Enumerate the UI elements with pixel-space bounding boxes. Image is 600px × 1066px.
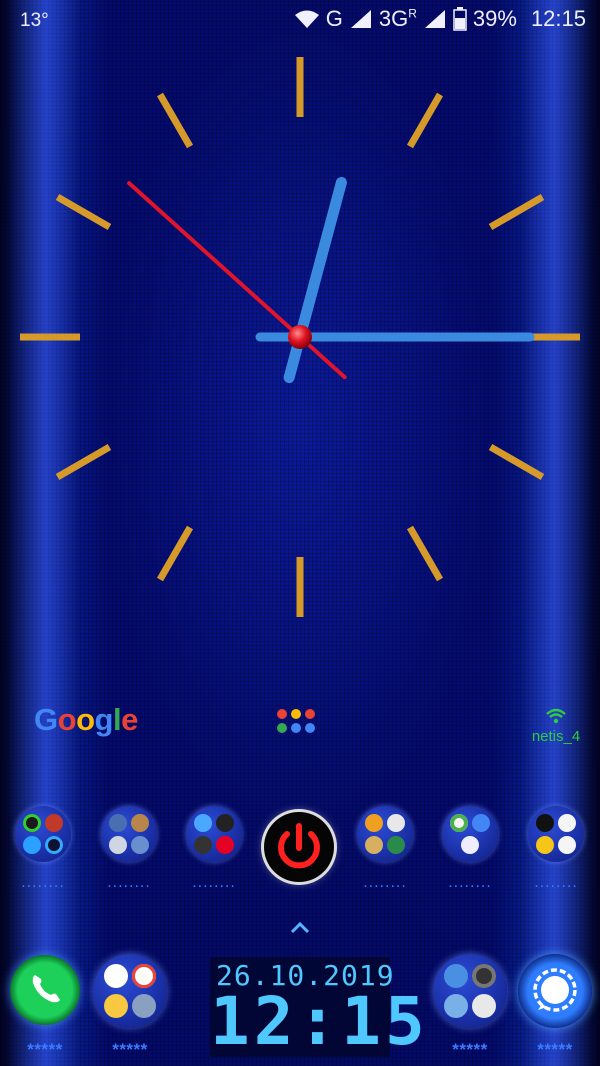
- app-icon: [45, 814, 63, 832]
- calendar-icon: [558, 814, 576, 832]
- dock-label: *****: [537, 1040, 573, 1059]
- hour-marker-1: [406, 92, 444, 149]
- dock-label: *****: [112, 1040, 148, 1059]
- eye-icon: [461, 836, 479, 854]
- messaging-app-icon[interactable]: [518, 954, 592, 1028]
- hour-marker-4: [488, 443, 545, 481]
- translate-icon: [472, 814, 490, 832]
- cloud-icon: [109, 836, 127, 854]
- folder-1[interactable]: [15, 806, 71, 862]
- phone-app-icon[interactable]: [10, 955, 80, 1025]
- app-icon: [444, 994, 468, 1018]
- hour-marker-2: [488, 193, 545, 231]
- app-icon: [131, 814, 149, 832]
- folder-label: ........: [107, 874, 151, 891]
- lens-icon: [472, 964, 496, 988]
- phone-icon: [32, 975, 60, 1003]
- clock-center-hub: [288, 325, 312, 349]
- chat-bubble-icon: [533, 968, 577, 1012]
- play-store-icon: [104, 964, 128, 988]
- dot-red-2: [305, 709, 315, 719]
- digital-time: 12:15: [210, 983, 429, 1060]
- folder-2[interactable]: [101, 806, 157, 862]
- dock-label: *****: [27, 1040, 63, 1059]
- clock-icon: [472, 994, 496, 1018]
- app-icon: [132, 994, 156, 1018]
- folder-label: ........: [534, 874, 578, 891]
- app-drawer-button[interactable]: [273, 707, 319, 737]
- app-icon: [536, 836, 554, 854]
- app-icon: [387, 836, 405, 854]
- network-type-g: G: [325, 6, 343, 31]
- app-icon: [558, 836, 576, 854]
- app-icon: [536, 814, 554, 832]
- camera-icon: [444, 964, 468, 988]
- dock-folder-google[interactable]: [93, 954, 167, 1028]
- pinterest-icon: [216, 836, 234, 854]
- battery-percentage: 39%: [472, 6, 517, 31]
- wifi-toggle-widget[interactable]: netis_4: [520, 708, 592, 745]
- dot-yellow: [291, 709, 301, 719]
- folder-6[interactable]: [528, 806, 584, 862]
- wifi-ssid-label: netis_4: [531, 728, 581, 745]
- analog-clock-widget[interactable]: [0, 40, 600, 640]
- app-icon: [387, 814, 405, 832]
- dot-blue-2: [305, 723, 315, 733]
- power-icon: [278, 823, 320, 869]
- dot-blue: [291, 723, 301, 733]
- battery-icon: [453, 7, 467, 31]
- status-bar: 13° G 3GR 39% 12:15: [0, 0, 600, 42]
- folder-label: ........: [192, 874, 236, 891]
- app-icon: [365, 814, 383, 832]
- dock-label: *****: [452, 1040, 488, 1059]
- dock-folder-camera[interactable]: [433, 954, 507, 1028]
- signal-icon-2: [424, 10, 445, 28]
- app-icon: [45, 836, 63, 854]
- app-icon: [216, 814, 234, 832]
- hour-marker-11: [156, 92, 194, 149]
- signal-icon: [350, 10, 371, 28]
- hour-marker-5: [406, 525, 444, 582]
- wifi-signal-icon: [546, 708, 566, 724]
- hour-marker-10: [55, 193, 112, 231]
- gmail-icon: [132, 964, 156, 988]
- shazam-icon: [23, 836, 41, 854]
- wifi-icon: [294, 10, 319, 28]
- power-button[interactable]: [264, 812, 334, 882]
- dot-green: [277, 723, 287, 733]
- folder-label: ........: [21, 874, 65, 891]
- google-search-widget[interactable]: Google: [34, 702, 138, 738]
- folder-3[interactable]: [186, 806, 242, 862]
- app-icon: [131, 836, 149, 854]
- network-type-3g: 3GR: [378, 6, 417, 31]
- hour-marker-8: [55, 443, 112, 481]
- weather-temperature: 13°: [20, 10, 49, 31]
- app-icon: [23, 814, 41, 832]
- folder-5[interactable]: [442, 806, 498, 862]
- digital-clock-widget[interactable]: 26.10.2019 12:15: [210, 957, 429, 1060]
- chevron-up-icon[interactable]: [288, 916, 312, 934]
- folder-4[interactable]: [357, 806, 413, 862]
- chess-icon: [365, 836, 383, 854]
- globe-icon: [194, 814, 212, 832]
- status-clock: 12:15: [530, 6, 586, 31]
- hour-marker-7: [156, 525, 194, 582]
- folder-label: ........: [363, 874, 407, 891]
- maps-icon: [450, 814, 468, 832]
- folder-label: ........: [448, 874, 492, 891]
- app-icon: [194, 836, 212, 854]
- app-icon: [109, 814, 127, 832]
- notes-icon: [104, 994, 128, 1018]
- dot-red: [277, 709, 287, 719]
